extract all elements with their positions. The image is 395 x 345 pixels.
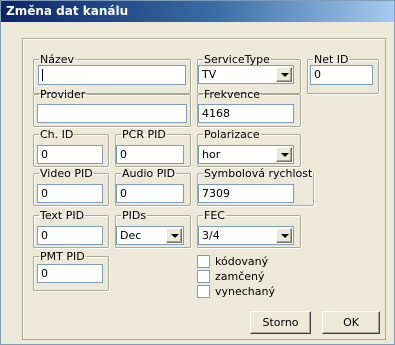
nazev-input[interactable] bbox=[38, 65, 186, 85]
symbolova-rychlost-value: 7309 bbox=[202, 187, 230, 200]
polarizace-select[interactable]: hor bbox=[198, 145, 294, 164]
pmt-pid-value: 0 bbox=[41, 267, 48, 280]
kodovany-label: kódovaný bbox=[215, 255, 269, 268]
video-pid-input[interactable]: 0 bbox=[37, 184, 103, 203]
polarizace-label: Polarizace bbox=[204, 128, 260, 141]
pcr-pid-input[interactable]: 0 bbox=[116, 145, 184, 164]
net-id-label: Net ID bbox=[314, 53, 349, 66]
service-type-label: ServiceType bbox=[204, 53, 270, 66]
zamceny-label: zamčený bbox=[215, 270, 265, 283]
kodovany-checkbox[interactable]: kódovaný bbox=[197, 255, 268, 268]
pmt-pid-label: PMT PID bbox=[40, 250, 85, 263]
pids-value: Dec bbox=[120, 229, 142, 242]
nazev-label: Název bbox=[40, 53, 75, 66]
text-pid-label: Text PID bbox=[40, 209, 85, 222]
audio-pid-label: Audio PID bbox=[122, 167, 176, 180]
pmt-pid-input[interactable]: 0 bbox=[37, 264, 103, 283]
provider-input[interactable] bbox=[37, 104, 187, 123]
polarizace-value: hor bbox=[202, 148, 221, 161]
dropdown-arrow-icon[interactable] bbox=[276, 147, 292, 162]
ch-id-label: Ch. ID bbox=[40, 128, 74, 141]
net-id-value: 0 bbox=[314, 68, 321, 81]
checkbox-box[interactable] bbox=[197, 255, 210, 268]
pids-label: PIDs bbox=[122, 209, 147, 222]
checkbox-box[interactable] bbox=[197, 270, 210, 283]
text-pid-value: 0 bbox=[41, 229, 48, 242]
frekvence-input[interactable]: 4168 bbox=[198, 104, 294, 123]
zamceny-checkbox[interactable]: zamčený bbox=[197, 270, 265, 283]
audio-pid-value: 0 bbox=[120, 187, 127, 200]
video-pid-value: 0 bbox=[41, 187, 48, 200]
symbolova-rychlost-label: Symbolová rychlost bbox=[204, 167, 313, 180]
ch-id-value: 0 bbox=[41, 148, 48, 161]
pcr-pid-value: 0 bbox=[120, 148, 127, 161]
ch-id-input[interactable]: 0 bbox=[37, 145, 103, 164]
dropdown-arrow-icon[interactable] bbox=[276, 67, 292, 82]
provider-label: Provider bbox=[40, 88, 86, 101]
dialog-window: Změna dat kanálu Název ServiceType TV Ne… bbox=[0, 0, 395, 345]
vynechany-label: vynechaný bbox=[215, 285, 276, 298]
frekvence-value: 4168 bbox=[202, 107, 230, 120]
cancel-button[interactable]: Storno bbox=[250, 311, 311, 334]
text-caret bbox=[42, 69, 43, 81]
fec-value: 3/4 bbox=[202, 229, 220, 242]
ok-button[interactable]: OK bbox=[322, 311, 380, 334]
symbolova-rychlost-input[interactable]: 7309 bbox=[198, 184, 294, 203]
dropdown-arrow-icon[interactable] bbox=[276, 228, 292, 243]
window-title: Změna dat kanálu bbox=[6, 4, 129, 18]
service-type-value: TV bbox=[202, 68, 217, 81]
dropdown-arrow-icon[interactable] bbox=[166, 228, 182, 243]
checkbox-box[interactable] bbox=[197, 285, 210, 298]
audio-pid-input[interactable]: 0 bbox=[116, 184, 184, 203]
video-pid-label: Video PID bbox=[40, 167, 93, 180]
fec-select[interactable]: 3/4 bbox=[198, 226, 294, 245]
vynechany-checkbox[interactable]: vynechaný bbox=[197, 285, 275, 298]
pcr-pid-label: PCR PID bbox=[122, 128, 166, 141]
frekvence-label: Frekvence bbox=[204, 88, 261, 101]
fec-label: FEC bbox=[204, 209, 225, 222]
net-id-input[interactable]: 0 bbox=[310, 65, 373, 85]
service-type-select[interactable]: TV bbox=[198, 65, 294, 84]
text-pid-input[interactable]: 0 bbox=[37, 226, 103, 245]
pids-select[interactable]: Dec bbox=[116, 226, 184, 245]
title-bar[interactable]: Změna dat kanálu bbox=[1, 1, 394, 22]
